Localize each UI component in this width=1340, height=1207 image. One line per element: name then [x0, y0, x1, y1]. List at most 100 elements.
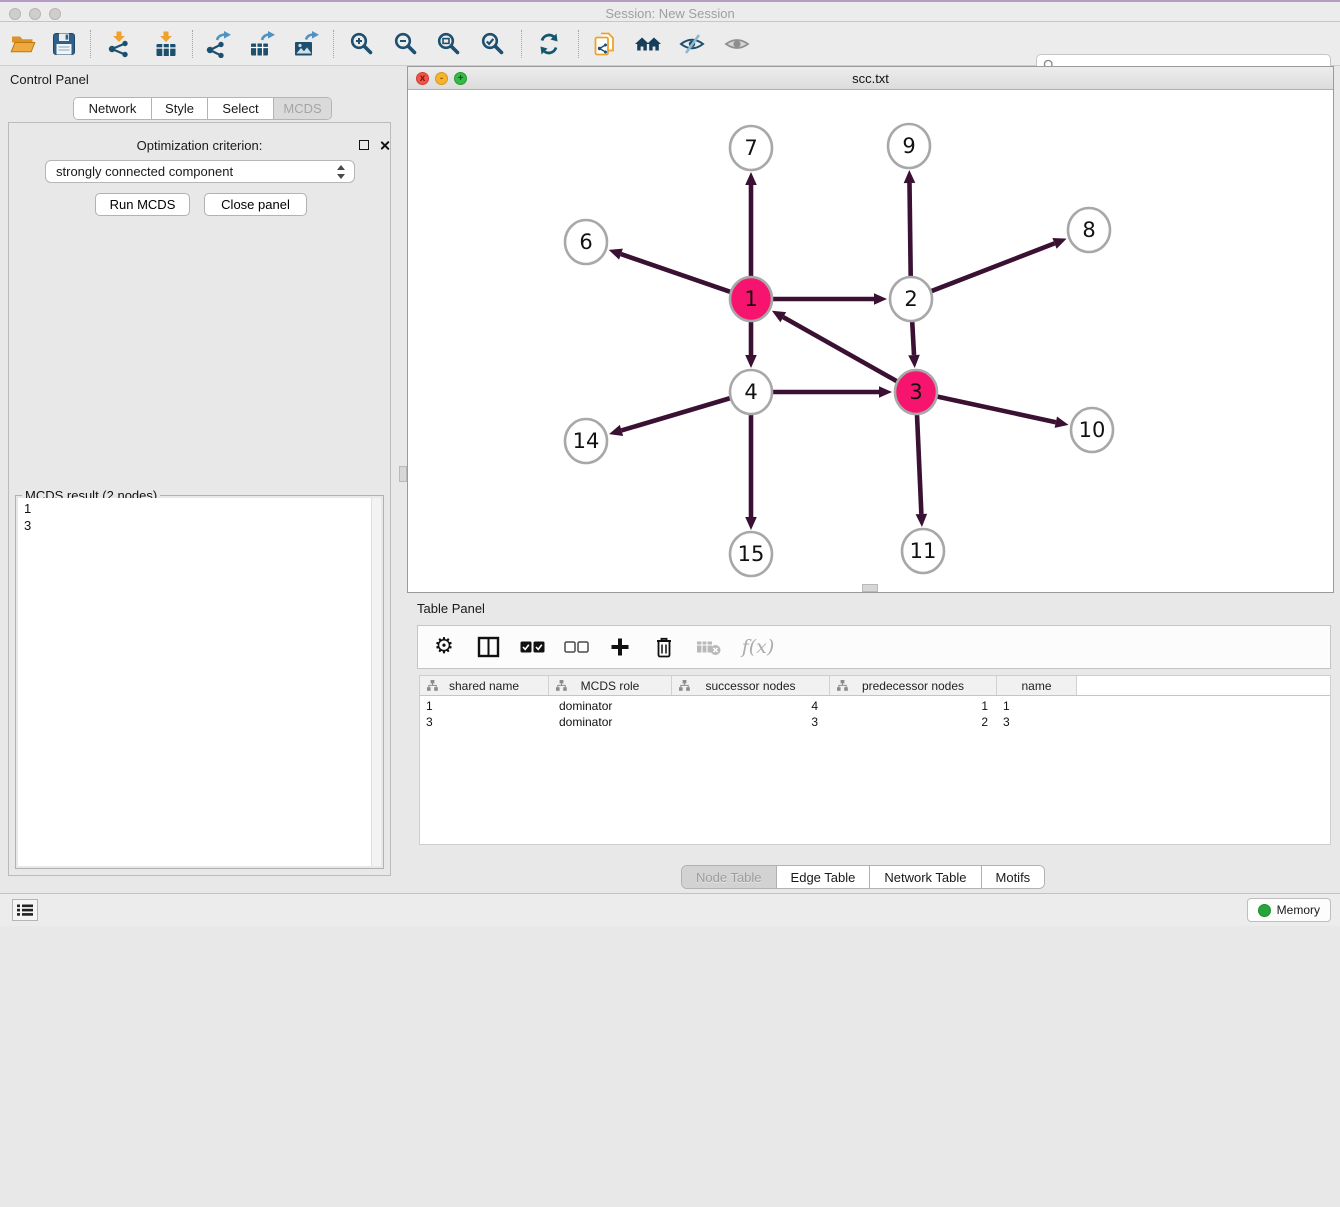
session-title: Session: New Session	[0, 6, 1340, 21]
status-bar: Memory	[0, 893, 1340, 926]
graph-edge-4-14[interactable]	[621, 398, 729, 430]
select-all-button[interactable]	[518, 633, 546, 661]
clone-network-button[interactable]	[588, 27, 622, 61]
graph-edge-arrowhead	[1052, 238, 1066, 249]
graph-edge-1-6[interactable]	[621, 254, 730, 292]
graph-node-14[interactable]: 14	[565, 419, 607, 463]
table-row[interactable]: 3 dominator 3 2 3	[420, 715, 1330, 731]
mcds-result-item[interactable]: 3	[18, 517, 381, 534]
cell-mcds-role: dominator	[549, 699, 672, 715]
mcds-result-list[interactable]: 1 3	[18, 498, 381, 866]
mcds-result-item[interactable]: 1	[18, 500, 381, 517]
graph-edge-2-8[interactable]	[932, 243, 1055, 291]
zoom-fit-button[interactable]	[432, 27, 466, 61]
graph-node-11[interactable]: 11	[902, 529, 944, 573]
export-table-icon	[248, 30, 276, 58]
task-history-button[interactable]	[12, 899, 38, 921]
column-header-predecessor-nodes[interactable]: predecessor nodes	[830, 676, 997, 695]
close-panel-button[interactable]: Close panel	[204, 193, 307, 216]
graph-edge-3-1[interactable]	[783, 317, 897, 381]
open-session-button[interactable]	[6, 27, 40, 61]
graph-edge-2-9[interactable]	[909, 183, 910, 277]
column-label: MCDS role	[581, 679, 640, 693]
import-network-button[interactable]	[102, 27, 136, 61]
column-header-shared-name[interactable]: shared name	[420, 676, 549, 695]
deselect-all-button[interactable]	[562, 633, 590, 661]
memory-button[interactable]: Memory	[1247, 898, 1331, 922]
table-row[interactable]: 1 dominator 4 1 1	[420, 699, 1330, 715]
tab-style[interactable]: Style	[152, 98, 208, 119]
tab-motifs[interactable]: Motifs	[982, 866, 1045, 888]
graph-edge-3-10[interactable]	[938, 397, 1056, 423]
show-graphics-details-button[interactable]	[720, 27, 754, 61]
run-mcds-button[interactable]: Run MCDS	[95, 193, 190, 216]
export-network-icon	[204, 30, 232, 58]
import-table-icon	[152, 30, 180, 58]
column-header-mcds-role[interactable]: MCDS role	[549, 676, 672, 695]
column-label: predecessor nodes	[862, 679, 964, 693]
delete-table-icon	[696, 638, 721, 656]
graph-node-8[interactable]: 8	[1068, 208, 1110, 252]
graph-node-1[interactable]: 1	[730, 277, 772, 321]
column-layout-button[interactable]	[474, 633, 502, 661]
add-row-button[interactable]	[606, 633, 634, 661]
column-label: successor nodes	[705, 679, 795, 693]
delete-row-button[interactable]	[650, 633, 678, 661]
graph-node-9[interactable]: 9	[888, 124, 930, 168]
homes-icon	[633, 30, 663, 58]
zoom-out-button[interactable]	[389, 27, 423, 61]
graph-edge-arrowhead	[609, 425, 623, 436]
apply-function-button[interactable]: f(x)	[738, 633, 778, 661]
graph-edge-arrowhead	[609, 249, 623, 260]
graph-node-7[interactable]: 7	[730, 126, 772, 170]
toolbar-separator	[578, 30, 579, 58]
graph-node-2[interactable]: 2	[890, 277, 932, 321]
hide-graphics-details-button[interactable]	[675, 27, 709, 61]
graph-edge-3-11[interactable]	[917, 414, 921, 514]
cell-shared-name: 3	[420, 715, 549, 731]
zoom-out-icon	[392, 30, 420, 58]
export-image-button[interactable]	[289, 27, 323, 61]
zoom-in-button[interactable]	[345, 27, 379, 61]
zoom-in-icon	[348, 30, 376, 58]
delete-table-button[interactable]	[694, 633, 722, 661]
network-window-titlebar[interactable]: x - + scc.txt	[408, 67, 1333, 90]
zoom-fit-icon	[435, 30, 463, 58]
graph-node-10[interactable]: 10	[1071, 408, 1113, 452]
graph-edge-2-3[interactable]	[912, 321, 914, 355]
open-folder-icon	[9, 30, 37, 58]
zoom-selected-button[interactable]	[476, 27, 510, 61]
column-label: shared name	[449, 679, 519, 693]
tab-network[interactable]: Network	[74, 98, 152, 119]
sort-hierarchy-icon	[837, 680, 848, 691]
refresh-view-button[interactable]	[532, 27, 566, 61]
mcds-result-scrollbar[interactable]	[371, 498, 381, 866]
plus-icon	[609, 636, 631, 658]
graph-node-6[interactable]: 6	[565, 220, 607, 264]
save-session-button[interactable]	[47, 27, 81, 61]
reset-home-button[interactable]	[631, 27, 665, 61]
network-canvas[interactable]: 1 2 3 4 6 7 8 9 10 11 14 15	[408, 90, 1333, 592]
optimization-select[interactable]: strongly connected component	[45, 160, 355, 183]
column-header-successor-nodes[interactable]: successor nodes	[672, 676, 830, 695]
graph-node-4[interactable]: 4	[730, 370, 772, 414]
splitter-grip-vertical[interactable]	[399, 466, 407, 482]
tab-edge-table[interactable]: Edge Table	[777, 866, 871, 888]
select-stepper-icon	[336, 164, 345, 180]
column-header-name[interactable]: name	[997, 676, 1077, 695]
cell-predecessor-nodes: 1	[830, 699, 997, 715]
tab-node-table[interactable]: Node Table	[682, 866, 777, 888]
table-settings-button[interactable]: ⚙	[430, 633, 458, 661]
export-table-button[interactable]	[245, 27, 279, 61]
memory-label: Memory	[1277, 903, 1320, 917]
splitter-grip-horizontal[interactable]	[862, 584, 878, 592]
control-panel-title: Control Panel	[10, 72, 89, 87]
tab-network-table[interactable]: Network Table	[870, 866, 981, 888]
tab-select[interactable]: Select	[208, 98, 274, 119]
export-network-button[interactable]	[201, 27, 235, 61]
graph-node-15[interactable]: 15	[730, 532, 772, 576]
cell-predecessor-nodes: 2	[830, 715, 997, 731]
tab-mcds[interactable]: MCDS	[274, 98, 331, 119]
import-table-button[interactable]	[149, 27, 183, 61]
graph-node-3[interactable]: 3	[895, 370, 937, 414]
